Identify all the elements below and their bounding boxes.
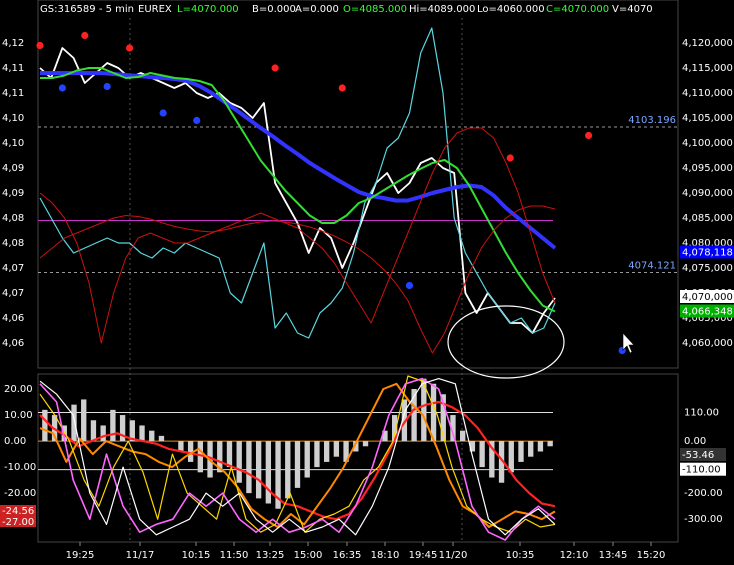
header-volume: V=4070 [612, 4, 653, 15]
header-exchange: EUREX [138, 4, 172, 15]
time-axis-label: 16:35 [333, 550, 362, 561]
header-low: Lo=4060.000 [477, 4, 545, 15]
price-left-tick: 4,10 [2, 113, 24, 124]
sell-marker [584, 131, 593, 140]
time-axis-label: 13:25 [256, 550, 285, 561]
osc-left-tag-label: -24.56 [2, 506, 34, 517]
time-axis-label: 19:45 [409, 550, 438, 561]
osc-right-tick: -300.00 [684, 514, 723, 525]
price-left-tick: 4,06 [2, 338, 24, 349]
time-axis-label: 12:10 [560, 550, 589, 561]
price-left-tick: 4,12 [2, 38, 24, 49]
price-left-tick: 4,08 [2, 213, 24, 224]
price-left-tick: 4,09 [2, 163, 24, 174]
time-axis-label: 15:20 [637, 550, 666, 561]
time-axis-label: 11/20 [439, 550, 468, 561]
chart-canvas: GS:316589 - 5 min EUREX L=4070.000 B=0.0… [0, 0, 734, 565]
osc-right-tick: -200.00 [684, 488, 723, 499]
osc-left-tick: -10.00 [4, 462, 36, 473]
buy-marker [159, 109, 167, 117]
osc-left-tick: 0.00 [4, 436, 26, 447]
header-open: O=4085.000 [343, 4, 407, 15]
header-symbol: GS:316589 - 5 min [40, 4, 134, 15]
price-level-label: 4074.121 [628, 260, 676, 271]
price-left-tick: 4,11 [2, 88, 24, 99]
osc-left-tag-label: -27.00 [2, 517, 34, 528]
chart-header: GS:316589 - 5 min EUREX L=4070.000 B=0.0… [40, 4, 653, 15]
sell-marker [81, 31, 89, 40]
price-left-tick: 4,10 [2, 138, 24, 149]
header-last: L=4070.000 [177, 4, 239, 15]
buy-marker [58, 84, 66, 92]
header-ask: A=0.000 [295, 4, 339, 15]
osc-left-tick: -20.00 [4, 488, 36, 499]
price-tag-label: 4,078,118 [682, 248, 733, 259]
buy-marker [405, 281, 414, 290]
price-left-tick: 4,06 [2, 313, 24, 324]
osc-left-tick: 20.00 [4, 384, 33, 395]
time-axis-label: 18:10 [371, 550, 400, 561]
price-right-tick: 4,085,000 [682, 213, 733, 224]
sell-marker [125, 44, 134, 52]
price-right-tick: 4,105,000 [682, 113, 733, 124]
osc-right-tick: 0.00 [684, 436, 706, 447]
price-right-tick: 4,090,000 [682, 188, 733, 199]
sell-marker [36, 41, 44, 50]
time-axis-label: 11/17 [126, 550, 155, 561]
osc-left-tick: 10.00 [4, 410, 33, 421]
sell-marker [338, 84, 346, 92]
header-close: C=4070.000 [546, 4, 609, 15]
osc-right-tick: 110.00 [684, 407, 719, 418]
price-right-tick: 4,060,000 [682, 338, 733, 349]
price-left-tick: 4,09 [2, 188, 24, 199]
time-axis-label: 13:45 [599, 550, 628, 561]
time-axis-label: 10:15 [182, 550, 211, 561]
time-axis-label: 10:35 [506, 550, 535, 561]
price-tag-label: 4,066,348 [682, 307, 733, 318]
price-left-tick: 4,07 [2, 263, 24, 274]
price-right-tick: 4,100,000 [682, 138, 733, 149]
price-right-tick: 4,115,000 [682, 63, 733, 74]
osc-tag-label: -53.46 [682, 450, 714, 461]
time-axis-label: 11:50 [220, 550, 249, 561]
price-tag-label: 4,070,000 [682, 292, 733, 303]
price-right-tick: 4,120,000 [682, 38, 733, 49]
osc-tag-label: -110.00 [682, 465, 721, 476]
time-axis-label: 15:00 [294, 550, 323, 561]
buy-marker [103, 82, 111, 91]
price-right-tick: 4,075,000 [682, 263, 733, 274]
sell-marker [506, 154, 514, 162]
price-left-tick: 4,08 [2, 238, 24, 249]
time-axis-label: 19:25 [66, 550, 95, 561]
price-left-tick: 4,11 [2, 63, 24, 74]
price-left-tick: 4,07 [2, 288, 24, 299]
price-right-tick: 4,110,000 [682, 88, 733, 99]
buy-marker [193, 116, 201, 125]
header-high: Hi=4089.000 [409, 4, 475, 15]
sell-marker [271, 64, 279, 72]
price-right-tick: 4,095,000 [682, 163, 733, 174]
price-level-label: 4103.196 [628, 115, 676, 126]
header-bid: B=0.000 [252, 4, 296, 15]
